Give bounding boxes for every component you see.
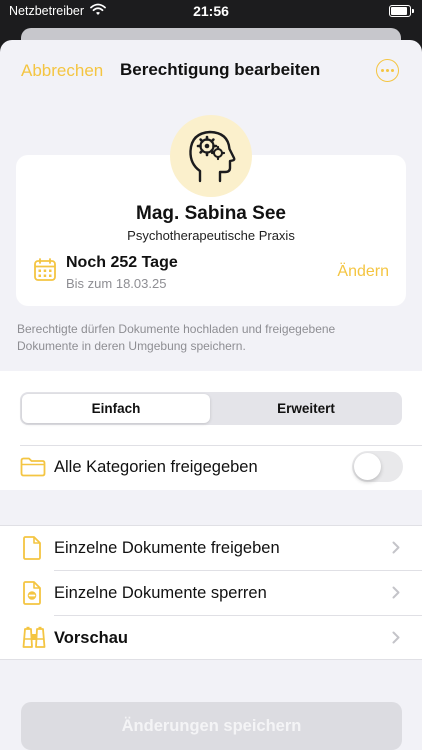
mode-segmented-control[interactable]: Einfach Erweitert bbox=[20, 392, 402, 425]
navigation-bar: Abbrechen Berechtigung bearbeiten bbox=[0, 40, 422, 100]
list-item-label: Einzelne Dokumente freigeben bbox=[54, 539, 280, 557]
save-changes-button[interactable]: Änderungen speichern bbox=[21, 702, 402, 750]
all-categories-row: Alle Kategorien freigegeben bbox=[0, 445, 422, 490]
document-icon bbox=[22, 536, 42, 565]
status-time: 21:56 bbox=[193, 3, 229, 19]
segment-erweitert[interactable]: Erweitert bbox=[212, 394, 400, 423]
profile-organization: Psychotherapeutische Praxis bbox=[127, 228, 295, 243]
ellipsis-circle-icon[interactable] bbox=[376, 59, 399, 82]
expiry-date: Bis zum 18.03.25 bbox=[66, 276, 167, 291]
folder-icon bbox=[20, 457, 46, 482]
profile-name: Mag. Sabina See bbox=[136, 203, 286, 224]
list-item-share-documents[interactable]: Einzelne Dokumente freigeben bbox=[0, 526, 422, 570]
avatar bbox=[170, 115, 252, 197]
document-blocked-icon bbox=[22, 581, 42, 610]
list-item-label: Einzelne Dokumente sperren bbox=[54, 584, 267, 602]
list-item-block-documents[interactable]: Einzelne Dokumente sperren bbox=[0, 571, 422, 615]
list-item-label: Vorschau bbox=[54, 629, 128, 647]
cancel-button[interactable]: Abbrechen bbox=[21, 61, 103, 81]
chevron-right-icon bbox=[392, 631, 400, 649]
head-gears-icon bbox=[189, 130, 236, 183]
settings-group: Einfach Erweitert Alle Kategorien freige… bbox=[0, 371, 422, 490]
chevron-right-icon bbox=[392, 541, 400, 559]
list-item-preview[interactable]: Vorschau bbox=[0, 616, 422, 660]
binoculars-icon bbox=[22, 626, 46, 653]
documents-list: Einzelne Dokumente freigeben Einzelne Do… bbox=[0, 525, 422, 660]
all-categories-label: Alle Kategorien freigegeben bbox=[54, 458, 258, 476]
battery-icon bbox=[389, 5, 414, 17]
permission-description: Berechtigte dürfen Dokumente hochladen u… bbox=[17, 322, 336, 353]
status-bar: Netzbetreiber 21:56 bbox=[0, 0, 422, 24]
page-title: Berechtigung bearbeiten bbox=[120, 60, 321, 79]
calendar-icon bbox=[34, 258, 56, 287]
all-categories-toggle[interactable] bbox=[352, 451, 403, 482]
change-button[interactable]: Ändern bbox=[337, 263, 389, 281]
chevron-right-icon bbox=[392, 586, 400, 604]
segment-einfach[interactable]: Einfach bbox=[22, 394, 210, 423]
edit-permission-sheet: Abbrechen Berechtigung bearbeiten Mag. S… bbox=[0, 40, 422, 750]
remaining-days: Noch 252 Tage bbox=[66, 254, 178, 271]
